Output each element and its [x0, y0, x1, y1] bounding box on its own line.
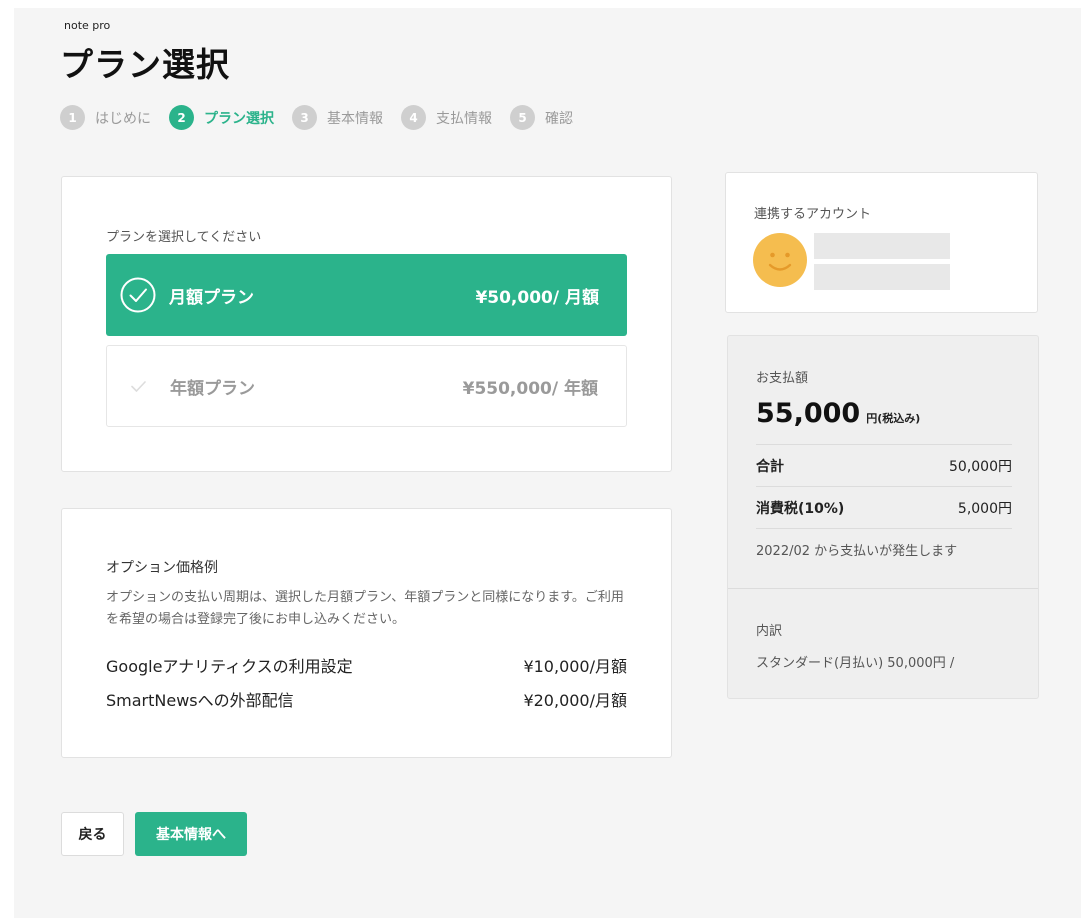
option-title: オプション価格例 [106, 560, 218, 576]
account-title: 連携するアカウント [754, 207, 872, 222]
tax-row: 消費税(10%) 5,000円 [756, 486, 1012, 528]
smiley-face-icon [753, 233, 807, 287]
check-icon [120, 367, 158, 405]
option-name: SmartNewsへの外部配信 [106, 691, 294, 710]
plan-price: ¥550,000/ 年額 [462, 378, 598, 399]
back-button[interactable]: 戻る [61, 812, 124, 856]
subtotal-label: 合計 [756, 458, 784, 475]
step-label: 支払情報 [436, 110, 492, 127]
page-title: プラン選択 [60, 45, 230, 84]
step-indicator: 1 はじめに 2 プラン選択 3 基本情報 4 支払情報 5 確認 [60, 105, 591, 130]
step-number: 3 [292, 105, 317, 130]
plan-selection-card: プランを選択してください 月額プラン ¥50,000/ 月額 年額プラン ¥55… [61, 176, 672, 472]
payment-start-note: 2022/02 から支払いが発生します [756, 528, 1012, 570]
option-name: Googleアナリティクスの利用設定 [106, 657, 353, 676]
divider [728, 588, 1038, 589]
option-pricing-card: オプション価格例 オプションの支払い周期は、選択した月額プラン、年額プランと同様… [61, 508, 672, 758]
payment-amount: 55,000 [756, 398, 861, 429]
step-3: 3 基本情報 [292, 105, 383, 130]
step-label: 確認 [545, 110, 573, 127]
option-price: ¥10,000/月額 [523, 657, 627, 676]
step-number: 1 [60, 105, 85, 130]
step-label: プラン選択 [204, 110, 274, 127]
step-number: 4 [401, 105, 426, 130]
check-circle-icon [119, 276, 157, 314]
step-1: 1 はじめに [60, 105, 151, 130]
step-number: 2 [169, 105, 194, 130]
monthly-plan-option[interactable]: 月額プラン ¥50,000/ 月額 [106, 254, 627, 336]
option-item: SmartNewsへの外部配信 ¥20,000/月額 [106, 687, 627, 711]
account-name-placeholder [814, 233, 950, 259]
tax-value: 5,000円 [957, 500, 1012, 517]
payment-label: お支払額 [756, 371, 809, 386]
account-id-placeholder [814, 264, 950, 290]
option-item: Googleアナリティクスの利用設定 ¥10,000/月額 [106, 653, 627, 677]
yearly-plan-option[interactable]: 年額プラン ¥550,000/ 年額 [106, 345, 627, 427]
plan-name: 年額プラン [170, 378, 255, 399]
step-number: 5 [510, 105, 535, 130]
payment-unit: 円(税込み) [866, 412, 921, 425]
breakdown-text: スタンダード(月払い) 50,000円 / [756, 656, 955, 671]
page-background: note pro プラン選択 1 はじめに 2 プラン選択 3 基本情報 4 支… [14, 8, 1081, 918]
step-label: はじめに [95, 110, 151, 127]
tax-label: 消費税(10%) [756, 500, 845, 517]
next-button[interactable]: 基本情報へ [135, 812, 247, 856]
plan-name: 月額プラン [169, 287, 254, 308]
step-4: 4 支払情報 [401, 105, 492, 130]
step-label: 基本情報 [327, 110, 383, 127]
plan-price: ¥50,000/ 月額 [475, 287, 599, 308]
step-5: 5 確認 [510, 105, 573, 130]
breakdown-label: 内訳 [756, 624, 783, 639]
option-description: オプションの支払い周期は、選択した月額プラン、年額プランと同様になります。ご利用… [106, 590, 624, 627]
linked-account-card: 連携するアカウント [725, 172, 1038, 313]
option-price: ¥20,000/月額 [523, 691, 627, 710]
payment-total: 55,000 円(税込み) [756, 398, 920, 429]
subtotal-row: 合計 50,000円 [756, 444, 1012, 486]
step-2: 2 プラン選択 [169, 105, 274, 130]
plan-heading: プランを選択してください [106, 230, 262, 245]
subtotal-value: 50,000円 [949, 458, 1012, 475]
payment-summary-card: お支払額 55,000 円(税込み) 合計 50,000円 消費税(10%) 5… [727, 335, 1039, 699]
brand-label: note pro [64, 19, 111, 32]
